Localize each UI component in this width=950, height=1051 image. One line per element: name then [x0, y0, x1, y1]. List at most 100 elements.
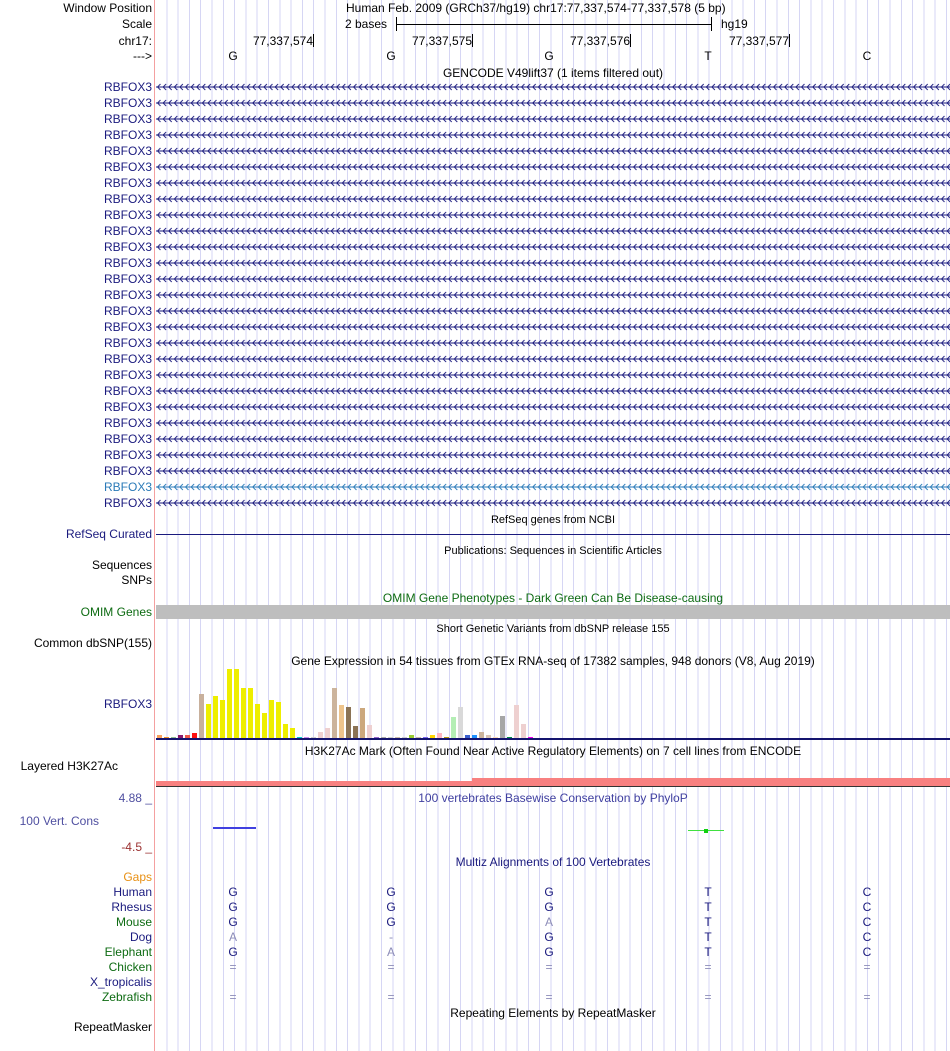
gencode-transcript-intron[interactable]	[156, 98, 950, 108]
multiz-gaps-label[interactable]: Gaps	[123, 870, 152, 884]
gencode-transcript-intron[interactable]	[156, 242, 950, 252]
gencode-transcript-intron[interactable]	[156, 402, 950, 412]
gtex-tissue-bar[interactable]	[346, 706, 351, 738]
gencode-transcript-label[interactable]: RBFOX3	[104, 160, 152, 174]
gtex-track-title[interactable]: Gene Expression in 54 tissues from GTEx …	[156, 654, 950, 668]
gencode-track-title[interactable]: GENCODE V49lift37 (1 items filtered out)	[156, 66, 950, 80]
gtex-tissue-bar[interactable]	[339, 704, 344, 738]
gencode-transcript-label[interactable]: RBFOX3	[104, 480, 152, 494]
dbsnp-track-title[interactable]: Short Genetic Variants from dbSNP releas…	[156, 622, 950, 636]
gencode-transcript-intron[interactable]	[156, 482, 950, 492]
gencode-transcript-intron[interactable]	[156, 466, 950, 476]
h3k27ac-track-label[interactable]: Layered H3K27Ac	[21, 759, 118, 773]
gencode-transcript-intron[interactable]	[156, 226, 950, 236]
gencode-transcript-label[interactable]: RBFOX3	[104, 80, 152, 94]
gtex-tissue-bar[interactable]	[283, 724, 288, 738]
gencode-transcript-label[interactable]: RBFOX3	[104, 416, 152, 430]
omim-track-title[interactable]: OMIM Gene Phenotypes - Dark Green Can Be…	[156, 591, 950, 605]
repeatmasker-track-title[interactable]: Repeating Elements by RepeatMasker	[156, 1006, 950, 1020]
gencode-transcript-label[interactable]: RBFOX3	[104, 304, 152, 318]
gtex-tissue-bar[interactable]	[199, 693, 204, 738]
gencode-transcript-intron[interactable]	[156, 274, 950, 284]
gtex-tissue-bar[interactable]	[269, 700, 274, 738]
genome-browser-image[interactable]: Window Position Human Feb. 2009 (GRCh37/…	[0, 0, 950, 1051]
gencode-transcript-intron[interactable]	[156, 434, 950, 444]
gtex-tissue-bar[interactable]	[332, 687, 337, 738]
multiz-track-title[interactable]: Multiz Alignments of 100 Vertebrates	[156, 855, 950, 869]
gencode-transcript-intron[interactable]	[156, 290, 950, 300]
gencode-transcript-label[interactable]: RBFOX3	[104, 176, 152, 190]
gencode-transcript-intron[interactable]	[156, 450, 950, 460]
gtex-tissue-bar[interactable]	[248, 687, 253, 738]
gencode-transcript-label[interactable]: RBFOX3	[104, 384, 152, 398]
gencode-transcript-label[interactable]: RBFOX3	[104, 320, 152, 334]
gtex-tissue-bar[interactable]	[255, 704, 260, 738]
gtex-tissue-bar[interactable]	[234, 669, 239, 738]
gencode-transcript-label[interactable]: RBFOX3	[104, 448, 152, 462]
h3k27ac-track-title[interactable]: H3K27Ac Mark (Often Found Near Active Re…	[156, 744, 950, 758]
publications-sequences-label[interactable]: Sequences	[92, 558, 152, 572]
gencode-transcript-intron[interactable]	[156, 386, 950, 396]
gtex-tissue-bar[interactable]	[514, 704, 519, 738]
gtex-tissue-bar[interactable]	[367, 724, 372, 738]
gtex-tissue-bar[interactable]	[262, 713, 267, 738]
gencode-transcript-label[interactable]: RBFOX3	[104, 144, 152, 158]
gencode-transcript-intron[interactable]	[156, 162, 950, 172]
gencode-transcript-intron[interactable]	[156, 178, 950, 188]
gtex-tissue-bar[interactable]	[276, 702, 281, 738]
gencode-transcript-label[interactable]: RBFOX3	[104, 224, 152, 238]
gtex-gene-label[interactable]: RBFOX3	[104, 697, 152, 711]
gencode-transcript-intron[interactable]	[156, 194, 950, 204]
gtex-tissue-bar[interactable]	[213, 695, 218, 738]
gencode-transcript-intron[interactable]	[156, 322, 950, 332]
gencode-transcript-label[interactable]: RBFOX3	[104, 128, 152, 142]
multiz-species-label[interactable]: Chicken	[109, 960, 152, 974]
gencode-transcript-intron[interactable]	[156, 82, 950, 92]
gencode-transcript-intron[interactable]	[156, 338, 950, 348]
gencode-transcript-label[interactable]: RBFOX3	[104, 432, 152, 446]
gencode-transcript-intron[interactable]	[156, 210, 950, 220]
gencode-transcript-label[interactable]: RBFOX3	[104, 240, 152, 254]
refseq-track-title[interactable]: RefSeq genes from NCBI	[156, 513, 950, 527]
omim-track-label[interactable]: OMIM Genes	[81, 605, 152, 619]
gtex-tissue-bar[interactable]	[227, 669, 232, 738]
gtex-tissue-bar[interactable]	[451, 716, 456, 738]
gencode-transcript-label[interactable]: RBFOX3	[104, 400, 152, 414]
gencode-transcript-label[interactable]: RBFOX3	[104, 256, 152, 270]
gtex-tissue-bar[interactable]	[241, 687, 246, 738]
refseq-gene-line[interactable]	[156, 534, 950, 535]
gencode-transcript-intron[interactable]	[156, 114, 950, 124]
gencode-transcript-intron[interactable]	[156, 498, 950, 508]
gencode-transcript-label[interactable]: RBFOX3	[104, 288, 152, 302]
gencode-transcript-label[interactable]: RBFOX3	[104, 208, 152, 222]
phylop-track-title[interactable]: 100 vertebrates Basewise Conservation by…	[156, 791, 950, 805]
gencode-transcript-label[interactable]: RBFOX3	[104, 96, 152, 110]
gencode-transcript-label[interactable]: RBFOX3	[104, 112, 152, 126]
gencode-transcript-label[interactable]: RBFOX3	[104, 272, 152, 286]
gencode-transcript-intron[interactable]	[156, 306, 950, 316]
gencode-transcript-intron[interactable]	[156, 130, 950, 140]
gtex-tissue-bar[interactable]	[220, 700, 225, 738]
multiz-species-label[interactable]: Elephant	[105, 945, 152, 959]
phylop-track-label[interactable]: 100 Vert. Cons	[20, 814, 99, 828]
gencode-transcript-label[interactable]: RBFOX3	[104, 496, 152, 510]
multiz-species-label[interactable]: Mouse	[116, 915, 152, 929]
gencode-transcript-intron[interactable]	[156, 354, 950, 364]
gtex-tissue-bar[interactable]	[458, 706, 463, 738]
gtex-tissue-bar[interactable]	[290, 727, 295, 738]
gencode-transcript-intron[interactable]	[156, 258, 950, 268]
multiz-species-label[interactable]: Dog	[130, 930, 152, 944]
gencode-transcript-label[interactable]: RBFOX3	[104, 464, 152, 478]
dbsnp-track-label[interactable]: Common dbSNP(155)	[34, 636, 152, 650]
gtex-tissue-bar[interactable]	[325, 727, 330, 738]
gencode-transcript-intron[interactable]	[156, 370, 950, 380]
refseq-track-label[interactable]: RefSeq Curated	[66, 527, 152, 541]
gtex-tissue-bar[interactable]	[353, 725, 358, 738]
omim-gene-bar[interactable]	[156, 605, 950, 619]
publications-snps-label[interactable]: SNPs	[121, 573, 152, 587]
gencode-transcript-intron[interactable]	[156, 146, 950, 156]
gencode-transcript-label[interactable]: RBFOX3	[104, 336, 152, 350]
gtex-tissue-bar[interactable]	[360, 707, 365, 738]
multiz-species-label[interactable]: Human	[113, 885, 152, 899]
multiz-species-label[interactable]: X_tropicalis	[90, 975, 152, 989]
